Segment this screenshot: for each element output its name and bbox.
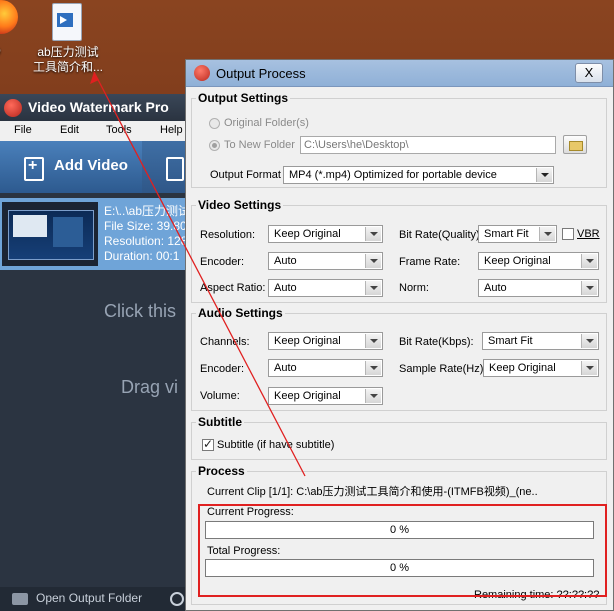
annotation-arrow (90, 71, 306, 477)
